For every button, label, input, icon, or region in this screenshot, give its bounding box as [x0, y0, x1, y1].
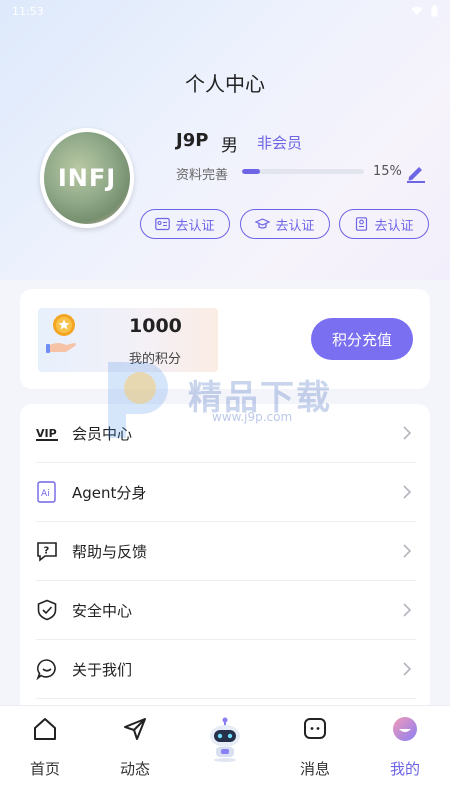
- points-card: 积分充值: [20, 289, 430, 389]
- verify-id-button[interactable]: 去认证: [140, 209, 230, 239]
- tab-label: 我的: [389, 760, 420, 778]
- tab-label: 首页: [29, 760, 60, 778]
- completeness-percent: 15%: [373, 164, 402, 179]
- menu-item-label: 关于我们: [72, 660, 133, 679]
- tab-label: 消息: [299, 760, 330, 778]
- avatar-text: INFJ: [57, 164, 117, 192]
- menu-item-agent[interactable]: Ai Agent分身: [20, 463, 430, 521]
- points-label: 我的积分: [129, 352, 182, 367]
- chevron-right-icon: [403, 485, 412, 499]
- points-value: 1000: [129, 315, 182, 337]
- ai-icon: Ai: [37, 481, 56, 503]
- menu-item-about[interactable]: 关于我们: [20, 640, 430, 698]
- chevron-right-icon: [403, 603, 412, 617]
- gender: 男: [221, 136, 238, 156]
- verify-certificate-button[interactable]: 去认证: [339, 209, 429, 239]
- robot-icon: [210, 717, 240, 762]
- chevron-right-icon: [403, 544, 412, 558]
- menu-item-label: Agent分身: [72, 483, 147, 502]
- send-icon: [124, 718, 146, 740]
- avatar[interactable]: INFJ: [40, 128, 134, 228]
- chevron-right-icon: [403, 662, 412, 676]
- tab-home[interactable]: 首页: [0, 706, 90, 800]
- tab-feed[interactable]: 动态: [90, 706, 180, 800]
- tab-label: 动态: [119, 760, 150, 778]
- verify-id-label: 去认证: [175, 218, 215, 234]
- svg-text:Ai: Ai: [41, 489, 50, 499]
- coin-hand-icon: [46, 314, 76, 353]
- home-icon: [34, 718, 56, 740]
- certificate-icon: [356, 217, 368, 231]
- svg-text:?: ?: [44, 546, 50, 557]
- verify-education-label: 去认证: [275, 218, 315, 234]
- completeness-progress: [242, 169, 364, 174]
- profile-icon: [393, 717, 417, 741]
- points-panel[interactable]: [38, 308, 218, 372]
- menu-item-security[interactable]: 安全中心: [20, 581, 430, 639]
- verify-education-button[interactable]: 去认证: [240, 209, 330, 239]
- tab-robot[interactable]: [180, 706, 270, 800]
- menu-item-help[interactable]: ? 帮助与反馈: [20, 522, 430, 580]
- completeness-label: 资料完善: [176, 168, 229, 183]
- vip-icon: VIP: [36, 427, 58, 441]
- verify-certificate-label: 去认证: [374, 218, 414, 234]
- menu-list: VIP 会员中心 Ai Agent分身 ? 帮助与反馈 安全中心 关于我们: [20, 404, 430, 724]
- shield-icon: [37, 599, 57, 621]
- menu-item-label: 会员中心: [72, 424, 133, 443]
- id-card-icon: [155, 217, 171, 231]
- menu-divider: [36, 698, 416, 699]
- profile-card: INFJ J9P 男 非会员 资料完善 15% 去认证 去认证 去认证: [0, 0, 450, 275]
- message-icon: [304, 718, 326, 739]
- member-status[interactable]: 非会员: [257, 132, 302, 153]
- chevron-right-icon: [403, 426, 412, 440]
- menu-item-label: 安全中心: [72, 601, 133, 620]
- help-icon: ?: [37, 542, 57, 562]
- menu-item-label: 帮助与反馈: [72, 542, 148, 561]
- graduation-cap-icon: [255, 218, 271, 229]
- completeness-progress-fill: [242, 169, 261, 174]
- username: J9P: [176, 130, 209, 151]
- chat-bubble-icon: [36, 659, 56, 680]
- recharge-points-button[interactable]: 积分充值: [311, 318, 413, 360]
- svg-text:VIP: VIP: [36, 427, 57, 440]
- bottom-tab-bar: 首页 动态 消息 我的: [0, 705, 450, 800]
- edit-icon[interactable]: [404, 160, 428, 184]
- tab-messages[interactable]: 消息: [270, 706, 360, 800]
- tab-profile[interactable]: 我的: [360, 706, 450, 800]
- menu-item-vip[interactable]: VIP 会员中心: [20, 404, 430, 462]
